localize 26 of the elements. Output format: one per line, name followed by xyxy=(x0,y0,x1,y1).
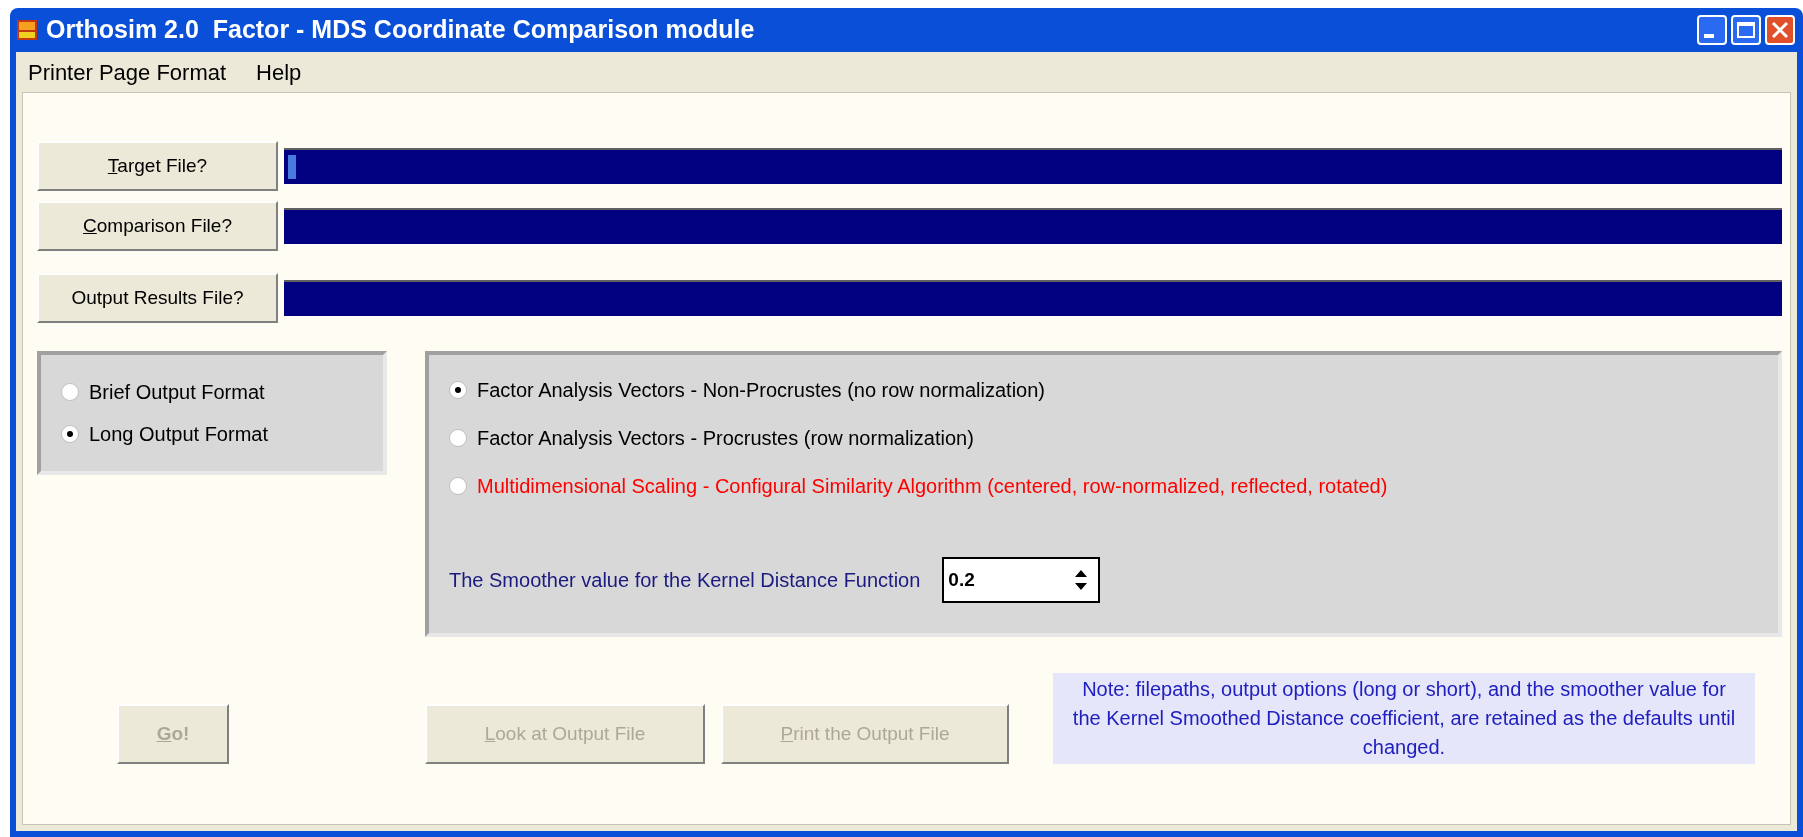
radio-label[interactable]: Brief Output Format xyxy=(89,377,265,407)
file-path-field[interactable] xyxy=(284,208,1782,244)
radio-label[interactable]: Long Output Format xyxy=(89,419,268,449)
radio-button[interactable] xyxy=(61,383,79,401)
radio-label[interactable]: Factor Analysis Vectors - Non-Procrustes (no row normalization) xyxy=(477,375,1045,405)
radio-button[interactable] xyxy=(61,425,79,443)
note-text: Note: filepaths, output options (long or short), and the smoother value for the Kernel Smoothed Distance coefficient, are retained as the defaults until changed. xyxy=(1053,673,1755,764)
radio-button[interactable] xyxy=(449,429,467,447)
file-path-field[interactable] xyxy=(284,280,1782,316)
minimize-button[interactable] xyxy=(1697,15,1727,45)
radio-button[interactable] xyxy=(449,477,467,495)
file-button[interactable]: Target File? xyxy=(37,141,278,191)
close-icon xyxy=(1771,21,1789,39)
maximize-button[interactable] xyxy=(1731,15,1761,45)
smoother-spinbox[interactable]: 0.2 xyxy=(942,557,1101,603)
radio-label[interactable]: Factor Analysis Vectors - Procrustes (row normalization) xyxy=(477,423,974,453)
file-button[interactable]: Comparison File? xyxy=(37,201,278,251)
file-path-field[interactable] xyxy=(284,148,1782,184)
close-button[interactable] xyxy=(1765,15,1795,45)
window-title: Orthosim 2.0 Factor - MDS Coordinate Comparison module xyxy=(46,14,755,46)
menu-item[interactable]: Printer Page Format xyxy=(28,55,227,89)
menu-item[interactable]: Help xyxy=(256,55,302,89)
app-icon xyxy=(16,19,38,41)
smoother-label: The Smoother value for the Kernel Distance Function xyxy=(449,568,921,593)
radio-button[interactable] xyxy=(449,381,467,399)
file-button[interactable]: Output Results File? xyxy=(37,273,278,323)
